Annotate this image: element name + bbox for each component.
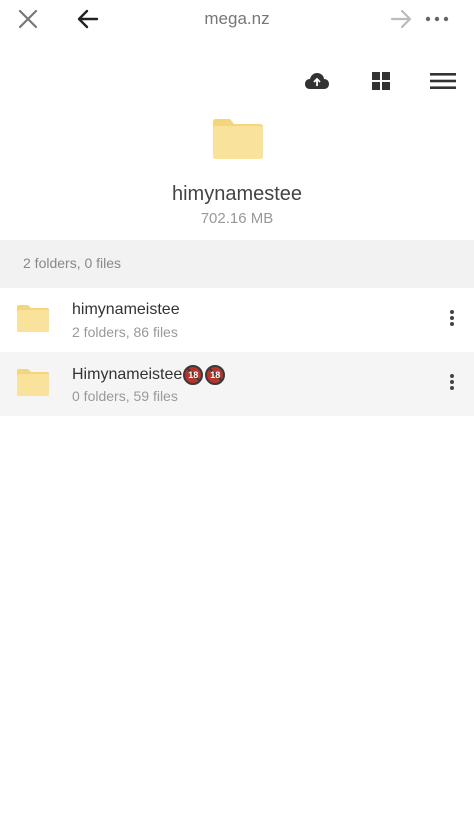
grid-view-icon bbox=[372, 72, 390, 90]
item-name-text: Himynameistee bbox=[72, 366, 183, 383]
folder-icon bbox=[16, 367, 50, 397]
browser-bar: mega.nz bbox=[0, 0, 474, 38]
grid-view-button[interactable] bbox=[366, 66, 396, 96]
more-icon bbox=[425, 16, 449, 22]
folder-icon bbox=[16, 303, 50, 333]
forward-button[interactable] bbox=[385, 4, 417, 34]
kebab-menu-icon bbox=[450, 310, 454, 326]
list-item[interactable]: Himynameistee 18 18 0 folders, 59 files bbox=[0, 352, 474, 416]
item-name-text: himynameistee bbox=[72, 301, 180, 318]
no-under-18-icon: 18 bbox=[183, 365, 204, 385]
item-meta: 0 folders, 59 files bbox=[72, 388, 178, 404]
item-options-button[interactable] bbox=[440, 370, 464, 394]
folder-title: himynamestee bbox=[171, 183, 303, 205]
menu-button[interactable] bbox=[428, 66, 458, 96]
app-toolbar bbox=[0, 66, 474, 96]
summary-text: 2 folders, 0 files bbox=[23, 255, 122, 271]
url-text: mega.nz bbox=[204, 9, 270, 28]
folder-icon bbox=[211, 116, 265, 160]
item-meta: 2 folders, 86 files bbox=[72, 324, 178, 340]
item-name: Himynameistee 18 18 bbox=[72, 365, 226, 385]
summary-bar: 2 folders, 0 files bbox=[0, 240, 474, 288]
folder-size: 702.16 MB bbox=[200, 210, 274, 227]
upload-button[interactable] bbox=[302, 66, 332, 96]
list-item[interactable]: himynameistee 2 folders, 86 files bbox=[0, 288, 474, 352]
no-under-18-icon: 18 bbox=[205, 365, 226, 385]
forward-arrow-icon bbox=[390, 9, 412, 29]
cloud-upload-icon bbox=[305, 73, 329, 89]
hamburger-menu-icon bbox=[430, 73, 456, 89]
more-button[interactable] bbox=[421, 4, 453, 34]
item-options-button[interactable] bbox=[440, 306, 464, 330]
item-name: himynameistee bbox=[72, 301, 180, 319]
kebab-menu-icon bbox=[450, 374, 454, 390]
